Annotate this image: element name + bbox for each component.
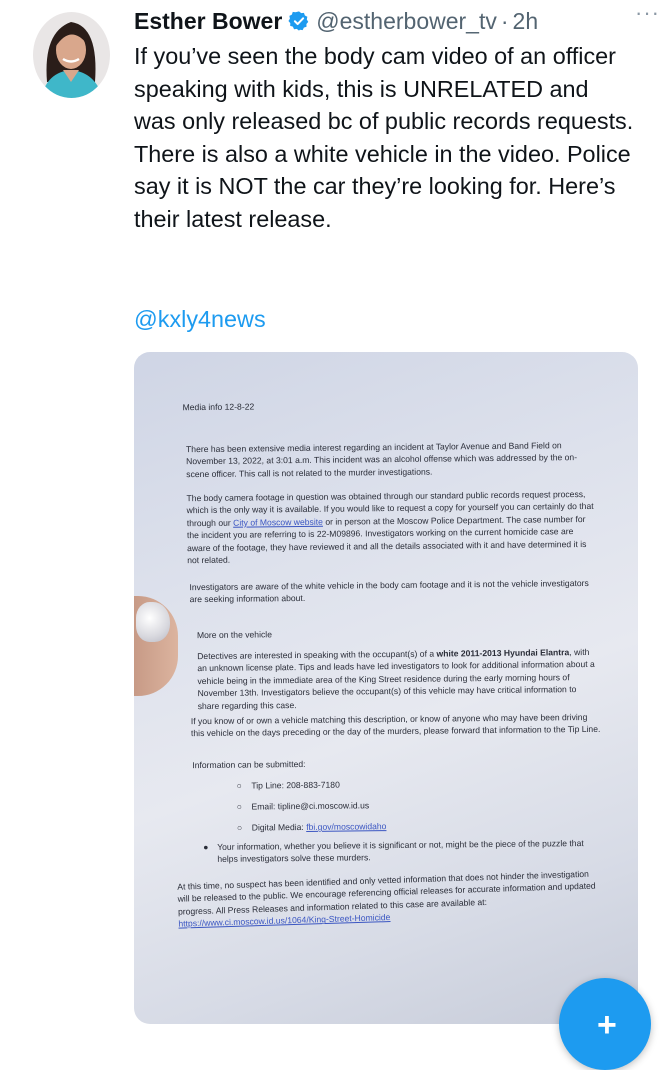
tweet-header: Esther Bower @estherbower_tv · 2h [134,4,658,38]
doc-digital-media: ○ Digital Media: fbi.gov/moscowidaho [236,821,387,833]
doc-paragraph-5: If you know of or own a vehicle matching… [190,711,601,739]
doc-paragraph-1: There has been extensive media interest … [185,440,578,479]
author-avatar[interactable] [33,12,110,98]
author-handle[interactable]: @estherbower_tv [316,8,497,35]
avatar-image [33,12,110,98]
doc-paragraph-6: At this time, no suspect has been identi… [177,868,598,931]
doc-paragraph-2: The body camera footage in question was … [186,488,597,567]
fingernail [136,602,170,642]
doc-fbi-link: fbi.gov/moscowidaho [306,821,387,832]
doc-digital-label: Digital Media: [251,821,307,833]
doc-city-website-link: City of Moscow website [233,516,323,528]
doc-tip-line-text: Tip Line: 208-883-7180 [251,779,340,791]
doc-email: ○ Email: tipline@ci.moscow.id.us [236,800,370,812]
doc-email-text: Email: tipline@ci.moscow.id.us [251,800,370,812]
bullet-icon: ● [203,841,209,853]
press-release-document: Media info 12-8-22 There has been extens… [134,352,638,1024]
plus-icon: + [597,1006,617,1044]
doc-vehicle-description: white 2011-2013 Hyundai Elantra [436,647,570,659]
verified-badge-icon [288,11,309,31]
tweet-timestamp[interactable]: 2h [513,8,539,35]
more-options-icon[interactable]: ··· [635,0,660,26]
doc-tip-line: ○ Tip Line: 208-883-7180 [236,779,340,791]
doc-info-label: Information can be submitted: [192,758,306,771]
compose-button[interactable]: + [559,978,651,1070]
tweet-media-image[interactable]: Media info 12-8-22 There has been extens… [134,352,638,1024]
doc-section-title: More on the vehicle [196,629,273,641]
doc-bullet: ● Your information, whether you believe … [203,837,593,866]
doc-paragraph-4: Detectives are interested in speaking wi… [197,646,598,712]
mention-link[interactable]: @kxly4news [134,306,266,333]
doc-paragraph-3: Investigators are aware of the white veh… [189,577,589,605]
doc-header: Media info 12-8-22 [182,401,255,413]
doc-p4-text-a: Detectives are interested in speaking wi… [197,648,437,662]
author-name[interactable]: Esther Bower [134,8,282,35]
doc-p6-text: At this time, no suspect has been identi… [177,868,596,917]
doc-bullet-text: Your information, whether you believe it… [217,838,584,865]
tweet-text: If you’ve seen the body cam video of an … [134,43,634,232]
separator-dot: · [500,7,509,34]
